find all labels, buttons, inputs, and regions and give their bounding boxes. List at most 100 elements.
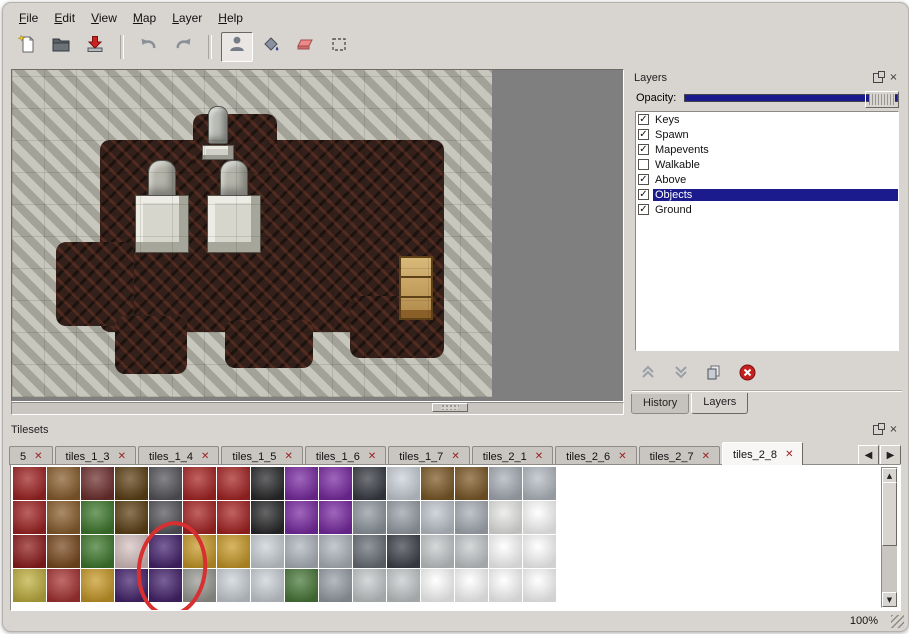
menu-file[interactable]: File	[11, 9, 46, 27]
tileset-tab-tiles_1_4[interactable]: tiles_1_4✕	[138, 446, 219, 465]
layer-visibility-checkbox[interactable]: ✓	[638, 114, 649, 125]
scroll-down-arrow[interactable]: ▼	[882, 592, 897, 607]
close-panel-button[interactable]: ×	[887, 71, 900, 84]
tileset-tab-tiles_2_1[interactable]: tiles_2_1✕	[472, 446, 553, 465]
menu-edit[interactable]: Edit	[46, 9, 83, 27]
layer-row-above[interactable]: ✓Above	[636, 172, 898, 187]
layer-row-walkable[interactable]: Walkable	[636, 157, 898, 172]
tile-2-11[interactable]	[387, 535, 420, 568]
layer-visibility-checkbox[interactable]	[638, 159, 649, 170]
tab-close-icon[interactable]: ✕	[451, 452, 459, 462]
tab-close-icon[interactable]: ✕	[368, 452, 376, 462]
menu-layer[interactable]: Layer	[164, 9, 210, 27]
tile-1-10[interactable]	[353, 501, 386, 534]
tileset-vertical-scrollbar[interactable]: ▲ ▼	[881, 467, 898, 608]
tile-1-6[interactable]	[217, 501, 250, 534]
tile-2-10[interactable]	[353, 535, 386, 568]
tab-close-icon[interactable]: ✕	[618, 452, 626, 462]
tile-2-7[interactable]	[251, 535, 284, 568]
stamp-tool-button[interactable]	[221, 32, 253, 62]
close-panel-button[interactable]: ×	[887, 423, 900, 436]
tile-3-5[interactable]	[183, 569, 216, 602]
layer-visibility-checkbox[interactable]: ✓	[638, 189, 649, 200]
tile-3-9[interactable]	[319, 569, 352, 602]
map-canvas[interactable]	[12, 70, 492, 397]
tile-1-15[interactable]	[523, 501, 556, 534]
tile-3-2[interactable]	[81, 569, 114, 602]
tile-0-13[interactable]	[455, 467, 488, 500]
layer-row-objects[interactable]: ✓Objects	[636, 187, 898, 202]
float-panel-button[interactable]	[871, 423, 884, 436]
save-button[interactable]	[79, 32, 111, 62]
tile-1-5[interactable]	[183, 501, 216, 534]
tile-1-8[interactable]	[285, 501, 318, 534]
menu-map[interactable]: Map	[125, 9, 164, 27]
tab-close-icon[interactable]: ✕	[284, 452, 292, 462]
opacity-slider[interactable]	[684, 91, 898, 104]
tab-close-icon[interactable]: ✕	[201, 452, 209, 462]
tile-1-1[interactable]	[47, 501, 80, 534]
tile-2-9[interactable]	[319, 535, 352, 568]
tile-0-5[interactable]	[183, 467, 216, 500]
tile-3-11[interactable]	[387, 569, 420, 602]
tile-3-8[interactable]	[285, 569, 318, 602]
tile-0-3[interactable]	[115, 467, 148, 500]
eraser-tool-button[interactable]	[289, 32, 321, 62]
tile-0-10[interactable]	[353, 467, 386, 500]
tile-1-2[interactable]	[81, 501, 114, 534]
tile-3-3[interactable]	[115, 569, 148, 602]
resize-grip[interactable]	[891, 615, 904, 628]
redo-button[interactable]	[167, 32, 199, 62]
tile-0-6[interactable]	[217, 467, 250, 500]
tile-1-13[interactable]	[455, 501, 488, 534]
panel-tab-layers[interactable]: Layers	[691, 393, 748, 414]
tile-3-10[interactable]	[353, 569, 386, 602]
tile-3-14[interactable]	[489, 569, 522, 602]
tile-0-11[interactable]	[387, 467, 420, 500]
tile-2-2[interactable]	[81, 535, 114, 568]
tile-2-0[interactable]	[13, 535, 46, 568]
scroll-tabs-left-button[interactable]: ◀	[858, 445, 879, 466]
tile-2-13[interactable]	[455, 535, 488, 568]
layer-row-mapevents[interactable]: ✓Mapevents	[636, 142, 898, 157]
undo-button[interactable]	[133, 32, 165, 62]
tile-1-7[interactable]	[251, 501, 284, 534]
menu-view[interactable]: View	[83, 9, 125, 27]
tile-0-4[interactable]	[149, 467, 182, 500]
select-tool-button[interactable]	[323, 32, 355, 62]
tile-1-14[interactable]	[489, 501, 522, 534]
tileset-tab-tiles_1_3[interactable]: tiles_1_3✕	[55, 446, 136, 465]
tileset-tab-tiles_2_6[interactable]: tiles_2_6✕	[555, 446, 636, 465]
tileset-tab-tiles_2_8[interactable]: tiles_2_8✕	[722, 442, 803, 465]
tile-2-14[interactable]	[489, 535, 522, 568]
layer-visibility-checkbox[interactable]: ✓	[638, 144, 649, 155]
tab-close-icon[interactable]: ✕	[535, 452, 543, 462]
tileset-tab-tiles_1_7[interactable]: tiles_1_7✕	[388, 446, 469, 465]
scroll-up-arrow[interactable]: ▲	[882, 468, 897, 483]
scrollbar-thumb[interactable]	[432, 403, 468, 412]
tile-1-3[interactable]	[115, 501, 148, 534]
tile-0-0[interactable]	[13, 467, 46, 500]
menu-help[interactable]: Help	[210, 9, 251, 27]
tile-0-8[interactable]	[285, 467, 318, 500]
tile-3-0[interactable]	[13, 569, 46, 602]
tile-0-7[interactable]	[251, 467, 284, 500]
tile-3-7[interactable]	[251, 569, 284, 602]
tile-3-13[interactable]	[455, 569, 488, 602]
tile-0-2[interactable]	[81, 467, 114, 500]
map-horizontal-scrollbar[interactable]	[11, 402, 624, 415]
move-layer-up-button[interactable]	[638, 362, 658, 382]
tile-2-4[interactable]	[149, 535, 182, 568]
tile-1-11[interactable]	[387, 501, 420, 534]
tileset-tab-tiles_1_6[interactable]: tiles_1_6✕	[305, 446, 386, 465]
tab-close-icon[interactable]: ✕	[34, 452, 42, 462]
tile-2-8[interactable]	[285, 535, 318, 568]
float-panel-button[interactable]	[871, 71, 884, 84]
layer-row-keys[interactable]: ✓Keys	[636, 112, 898, 127]
tab-close-icon[interactable]: ✕	[118, 452, 126, 462]
tile-3-12[interactable]	[421, 569, 454, 602]
tile-3-1[interactable]	[47, 569, 80, 602]
tile-2-12[interactable]	[421, 535, 454, 568]
tile-0-15[interactable]	[523, 467, 556, 500]
panel-tab-history[interactable]: History	[631, 394, 689, 414]
